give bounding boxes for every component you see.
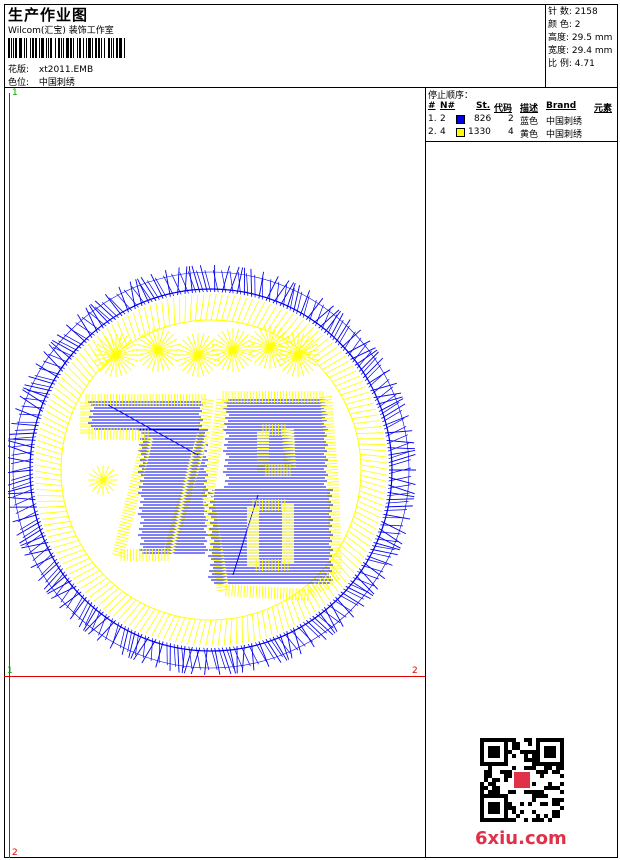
table-bottom-rule xyxy=(425,141,618,142)
embroidery-design xyxy=(8,265,416,675)
header-divider xyxy=(4,87,618,88)
height-value: 29.5 mm xyxy=(571,33,613,43)
col-needle: N# xyxy=(440,101,456,111)
design-value: xt2011.EMB xyxy=(38,65,94,75)
colors-row: 颜 色: 2 xyxy=(548,20,581,30)
design-field: 花版: xt2011.EMB xyxy=(8,62,93,75)
stop-sequence-title: 停止顺序： xyxy=(428,91,474,101)
color-swatch xyxy=(456,128,465,137)
design-label: 花版: xyxy=(8,65,30,75)
scale-row: 比 例: 4.71 xyxy=(548,59,595,69)
stitch-count: 1330 xyxy=(468,127,491,137)
color-desc: 黄色 xyxy=(520,130,539,140)
stitch-count: 826 xyxy=(474,114,492,124)
col-description: 描述 xyxy=(520,104,539,114)
blue-satin-border xyxy=(8,265,416,675)
sheet-title: 生产作业图 xyxy=(8,6,89,24)
company-name: Wilcom(汇宝) 装饰工作室 xyxy=(8,26,114,36)
colors-value: 2 xyxy=(574,20,581,30)
color-desc: 蓝色 xyxy=(520,117,539,127)
col-stitches: St. xyxy=(476,101,491,111)
stats-divider xyxy=(545,4,546,87)
col-code: 代码 xyxy=(494,104,513,114)
color-swatch xyxy=(456,115,465,124)
scale-value: 4.71 xyxy=(574,59,595,69)
numeral-fill xyxy=(88,399,333,584)
col-brand: Brand xyxy=(546,101,577,111)
marker-top-left: 1 xyxy=(12,88,18,98)
col-index: # xyxy=(428,101,436,111)
stitches-value: 2158 xyxy=(574,7,598,17)
qr-code xyxy=(480,738,564,822)
barcode xyxy=(8,38,130,58)
col-element: 元素 xyxy=(594,104,613,114)
watermark-site: 6xiu.com xyxy=(475,828,567,849)
width-row: 宽度: 29.4 mm xyxy=(548,46,613,56)
marker-bottom-left: 2 xyxy=(12,848,18,858)
height-row: 高度: 29.5 mm xyxy=(548,33,613,43)
stitches-row: 针 数: 2158 xyxy=(548,7,598,17)
stats-panel: 针 数: 2158 颜 色: 2 高度: 29.5 mm 宽度: 29.4 mm… xyxy=(548,6,612,71)
width-value: 29.4 mm xyxy=(571,46,613,56)
